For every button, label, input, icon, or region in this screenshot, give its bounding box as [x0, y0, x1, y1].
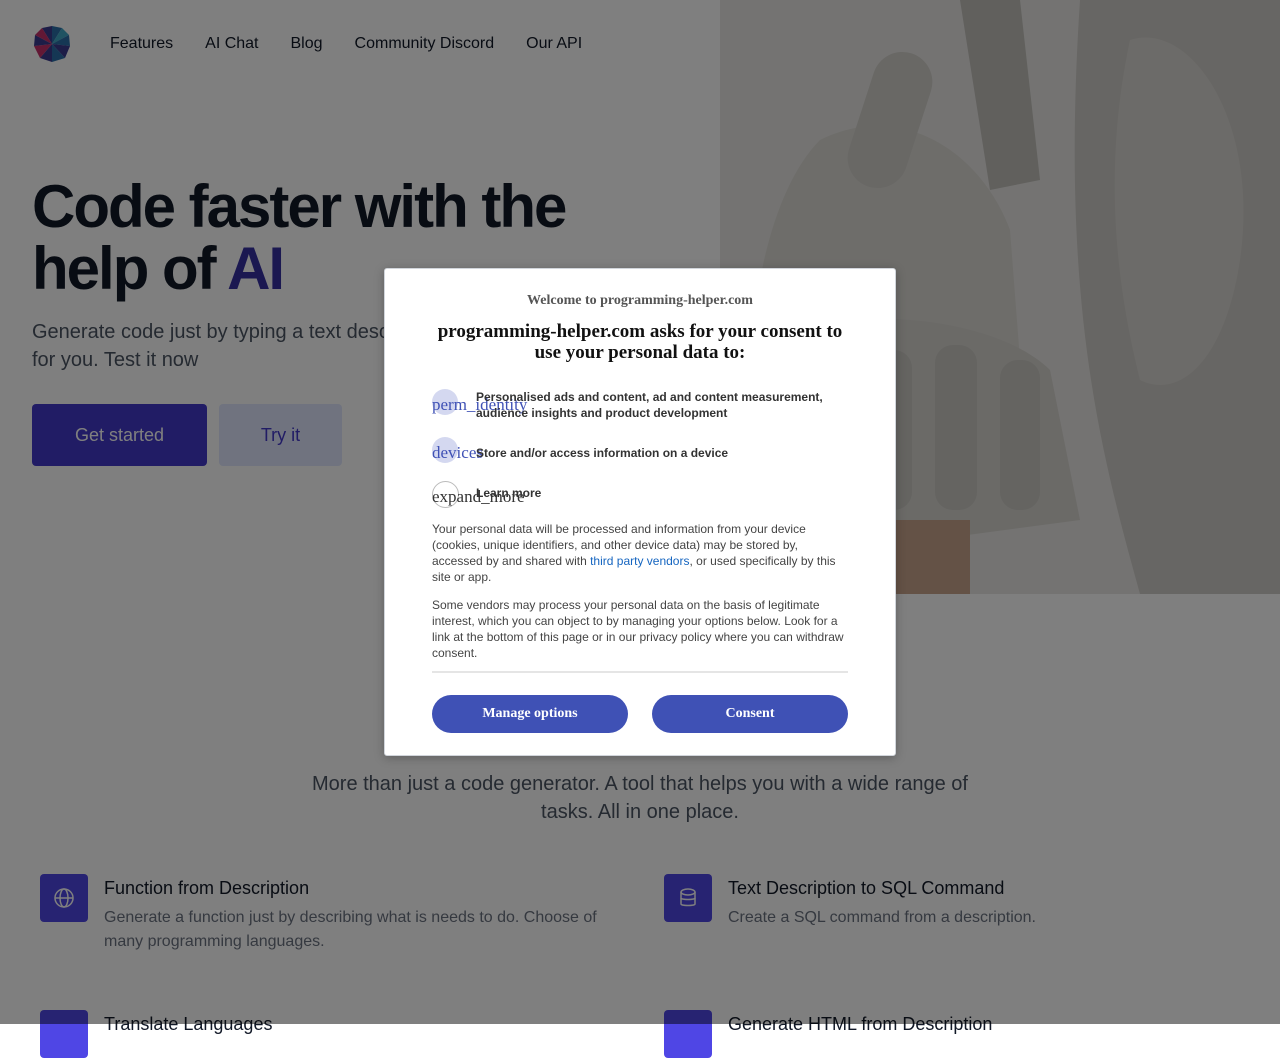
consent-button[interactable]: Consent — [652, 695, 848, 733]
consent-welcome: Welcome to programming-helper.com — [527, 293, 753, 308]
learn-more-label[interactable]: Learn more — [476, 485, 836, 501]
consent-heading: programming-helper.com asks for your con… — [437, 321, 843, 363]
consent-paragraph-2: Some vendors may process your personal d… — [432, 598, 844, 660]
manage-options-button[interactable]: Manage options — [432, 695, 628, 733]
purpose-label: Personalised ads and content, ad and con… — [476, 390, 823, 420]
third-party-vendors-link[interactable]: third party vendors — [590, 554, 689, 568]
dialog-divider — [432, 671, 848, 673]
purpose-label: Store and/or access information on a dev… — [476, 446, 729, 460]
consent-paragraph-1: Your personal data will be processed and… — [432, 521, 848, 585]
consent-dialog: Welcome to programming-helper.com progra… — [384, 268, 896, 756]
